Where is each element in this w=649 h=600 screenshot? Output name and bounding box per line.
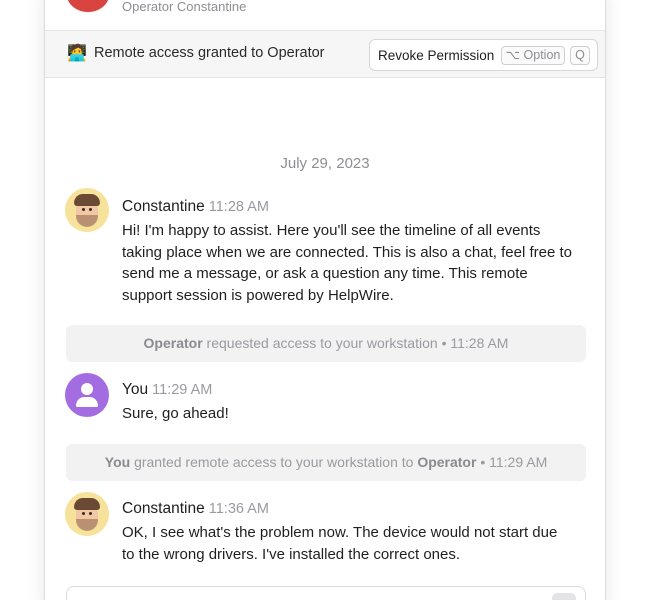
session-header: Operator Constantine xyxy=(45,0,605,30)
event-text: requested access to your workstation xyxy=(206,335,438,351)
access-status-text: Remote access granted to Operator xyxy=(94,45,325,61)
author-name: You xyxy=(122,381,149,398)
event-time: • 11:29 AM xyxy=(480,454,548,470)
author-name: Constantine xyxy=(122,500,205,517)
event-access-granted: You granted remote access to your workst… xyxy=(66,444,586,481)
access-status-bar: 🧑‍💻 Remote access granted to Operator Re… xyxy=(45,30,605,78)
event-actor: Operator xyxy=(143,335,203,351)
message-composer[interactable] xyxy=(66,586,586,600)
computer-operator-icon: 🧑‍💻 xyxy=(67,45,87,62)
session-avatar xyxy=(67,0,109,12)
message-text: Hi! I'm happy to assist. Here you'll see… xyxy=(122,222,572,304)
message-text: Sure, go ahead! xyxy=(122,405,229,422)
event-text: granted remote access to your workstatio… xyxy=(134,454,414,470)
event-access-requested: Operator requested access to your workst… xyxy=(66,325,586,362)
avatar-constantine xyxy=(65,492,109,536)
event-actor: You xyxy=(104,454,131,470)
message-author: You 11:29 AM xyxy=(122,381,212,399)
send-button[interactable] xyxy=(552,593,576,600)
shortcut-option-key: ⌥ Option xyxy=(501,46,565,65)
message-time: 11:36 AM xyxy=(208,501,269,517)
event-actor-target: Operator xyxy=(417,454,477,470)
shortcut-q-key: Q xyxy=(570,46,590,65)
message-text: OK, I see what's the problem now. The de… xyxy=(122,524,558,563)
author-name: Constantine xyxy=(122,198,205,215)
message-author: Constantine 11:28 AM xyxy=(122,198,269,216)
date-separator: July 29, 2023 xyxy=(280,155,370,172)
chat-window: Operator Constantine 🧑‍💻 Remote access g… xyxy=(44,0,606,600)
message-time: 11:29 AM xyxy=(152,382,213,398)
revoke-permission-button[interactable]: Revoke Permission ⌥ Option Q xyxy=(369,39,598,71)
session-subtitle: Operator Constantine xyxy=(122,0,247,14)
avatar-constantine xyxy=(65,188,109,232)
message-author: Constantine 11:36 AM xyxy=(122,500,269,518)
event-time: • 11:28 AM xyxy=(441,335,509,351)
avatar-you xyxy=(65,373,109,417)
revoke-permission-label: Revoke Permission xyxy=(378,48,495,63)
message-time: 11:28 AM xyxy=(208,199,269,215)
